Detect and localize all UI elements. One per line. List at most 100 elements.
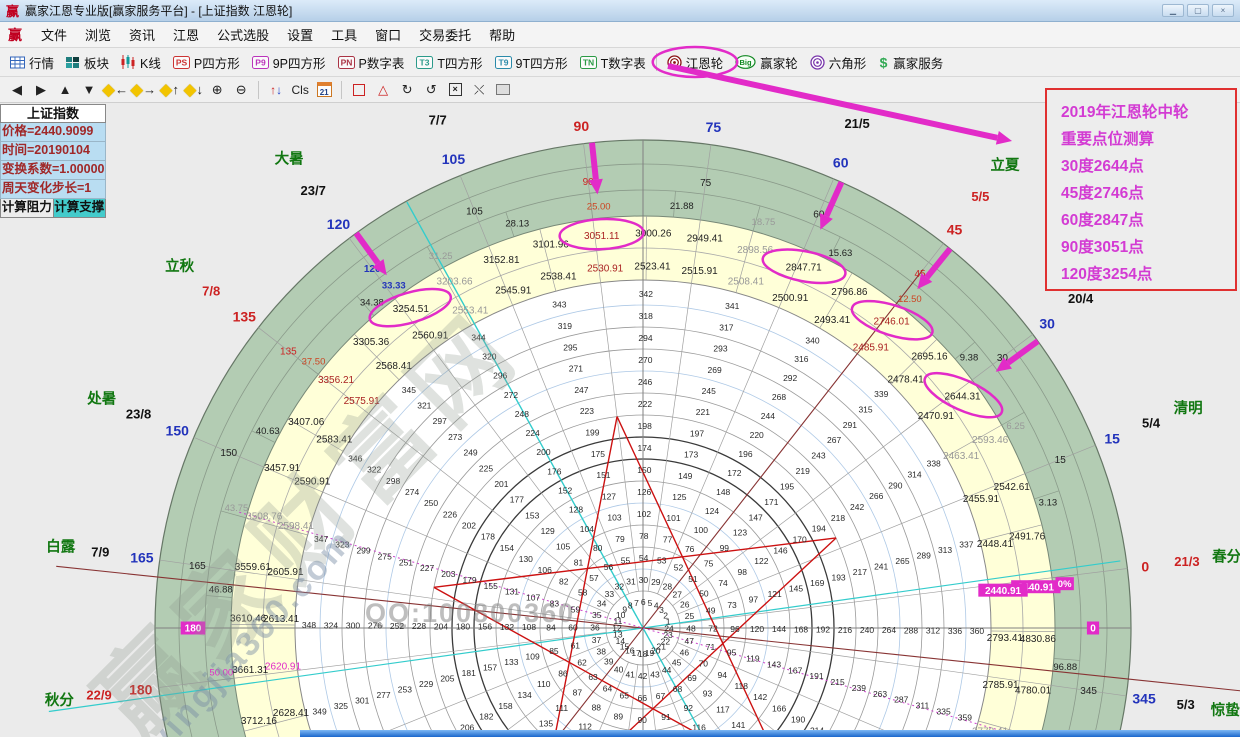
toolbar-button-赢家服务[interactable]: $赢家服务	[872, 50, 949, 75]
next-arrow[interactable]: ▶	[30, 80, 52, 100]
svg-text:276: 276	[368, 621, 382, 631]
rotate-ccw-tool[interactable]: ↺	[420, 80, 442, 100]
screen-tool[interactable]	[492, 80, 514, 100]
bottom-scrollbar[interactable]	[300, 730, 1240, 737]
svg-text:109: 109	[526, 652, 540, 662]
svg-text:47: 47	[685, 636, 695, 646]
svg-text:72: 72	[708, 624, 718, 634]
svg-text:0: 0	[1141, 558, 1149, 574]
svg-text:90: 90	[637, 715, 647, 725]
svg-text:2793.41: 2793.41	[987, 633, 1024, 644]
up-arrow[interactable]: ▲	[54, 80, 76, 100]
button-计算支撑[interactable]: 计算支撑	[54, 199, 107, 218]
svg-text:336: 336	[948, 626, 962, 636]
svg-text:2605.91: 2605.91	[267, 567, 304, 578]
svg-text:33.33: 33.33	[382, 280, 406, 291]
annotation-line-4: 60度2847点	[1061, 207, 1235, 234]
menu-item-0[interactable]: 文件	[32, 22, 76, 47]
svg-text:TN: TN	[582, 57, 593, 67]
svg-text:180: 180	[456, 621, 470, 631]
svg-text:249: 249	[463, 448, 477, 458]
svg-text:345: 345	[1132, 690, 1156, 706]
toolbar-button-T四方形[interactable]: T3T四方形	[410, 50, 488, 75]
svg-text:2545.91: 2545.91	[495, 286, 532, 297]
svg-text:春分: 春分	[1212, 548, 1240, 566]
svg-text:325: 325	[334, 701, 348, 711]
svg-text:91: 91	[661, 712, 671, 722]
svg-text:105: 105	[442, 151, 466, 167]
menu-item-1[interactable]: 浏览	[76, 22, 120, 47]
menu-item-5[interactable]: 设置	[278, 22, 322, 47]
menu-item-6[interactable]: 工具	[322, 22, 366, 47]
button-计算阻力[interactable]: 计算阻力	[0, 199, 54, 218]
square-tool[interactable]	[348, 80, 370, 100]
svg-text:315: 315	[858, 404, 872, 414]
svg-text:147: 147	[749, 512, 763, 522]
svg-text:P9: P9	[255, 57, 266, 67]
svg-text:31: 31	[626, 577, 636, 587]
menu-item-8[interactable]: 交易委托	[410, 22, 480, 47]
calendar-tool[interactable]: 21	[313, 80, 335, 100]
close-button[interactable]: ×	[1212, 4, 1234, 17]
triangle-tool[interactable]: △	[372, 80, 394, 100]
boxx-tool[interactable]: ×	[444, 80, 466, 100]
toolbar-button-赢家轮[interactable]: Big赢家轮	[729, 50, 804, 75]
svg-text:220: 220	[750, 430, 764, 440]
menu-item-3[interactable]: 江恩	[164, 22, 208, 47]
diamond-down[interactable]: ◆↓	[182, 80, 204, 100]
minimize-button[interactable]: ▁	[1162, 4, 1184, 17]
toolbar-button-六角形[interactable]: 六角形	[804, 50, 873, 75]
svg-text:248: 248	[515, 409, 529, 419]
toolbar-button-P数字表[interactable]: PNP数字表	[332, 50, 411, 75]
svg-text:359: 359	[958, 712, 972, 722]
svg-text:45: 45	[914, 269, 926, 280]
zoom-in[interactable]: ⊕	[206, 80, 228, 100]
svg-text:314: 314	[907, 469, 921, 479]
svg-text:131: 131	[505, 587, 519, 597]
menu-bar: 赢 文件浏览资讯江恩公式选股设置工具窗口交易委托帮助	[0, 22, 1240, 48]
svg-text:316: 316	[794, 354, 808, 364]
svg-text:65: 65	[620, 691, 630, 701]
svg-text:273: 273	[448, 432, 462, 442]
cls-tool[interactable]: Cls	[289, 80, 311, 100]
toolbar-button-板块[interactable]: 板块	[60, 50, 115, 75]
svg-text:2553.41: 2553.41	[452, 305, 489, 316]
down-arrow[interactable]: ▼	[78, 80, 100, 100]
svg-text:228: 228	[412, 621, 426, 631]
toolbar-button-江恩轮[interactable]: 江恩轮	[661, 50, 730, 75]
toolbar-button-T数字表[interactable]: TNT数字表	[574, 50, 652, 75]
maximize-button[interactable]: ▢	[1187, 4, 1209, 17]
svg-text:217: 217	[853, 567, 867, 577]
svg-text:27: 27	[673, 589, 683, 599]
svg-text:123: 123	[733, 528, 747, 538]
svg-text:44: 44	[662, 665, 672, 675]
svg-text:154: 154	[500, 543, 514, 553]
menu-item-9[interactable]: 帮助	[480, 22, 524, 47]
svg-text:73: 73	[727, 600, 737, 610]
menu-item-4[interactable]: 公式选股	[208, 22, 278, 47]
diamond-left[interactable]: ◆←	[102, 80, 128, 100]
cross-tool[interactable]: ⤬	[468, 80, 490, 100]
svg-text:241: 241	[874, 561, 888, 571]
svg-text:120: 120	[750, 624, 764, 634]
zoom-out[interactable]: ⊖	[230, 80, 252, 100]
svg-text:0%: 0%	[1058, 579, 1072, 590]
prev-arrow[interactable]: ◀	[6, 80, 28, 100]
diamond-up[interactable]: ◆↑	[158, 80, 180, 100]
svg-text:15: 15	[1055, 455, 1067, 466]
toolbar-button-9T四方形[interactable]: T99T四方形	[489, 50, 574, 75]
svg-text:338: 338	[927, 459, 941, 469]
updown-tool[interactable]: ↑↓	[265, 80, 287, 100]
toolbar-button-K线[interactable]: K线	[115, 50, 167, 75]
toolbar-button-行情[interactable]: 行情	[4, 50, 60, 75]
menu-item-7[interactable]: 窗口	[366, 22, 410, 47]
toolbar-button-P四方形[interactable]: PSP四方形	[167, 50, 246, 75]
rotate-cw-tool[interactable]: ↻	[396, 80, 418, 100]
svg-text:25.00: 25.00	[587, 202, 611, 213]
svg-text:30: 30	[639, 575, 649, 585]
svg-text:275: 275	[378, 551, 392, 561]
svg-text:2493.41: 2493.41	[814, 315, 851, 326]
menu-item-2[interactable]: 资讯	[120, 22, 164, 47]
diamond-right[interactable]: ◆→	[130, 80, 156, 100]
toolbar-button-9P四方形[interactable]: P99P四方形	[246, 50, 332, 75]
